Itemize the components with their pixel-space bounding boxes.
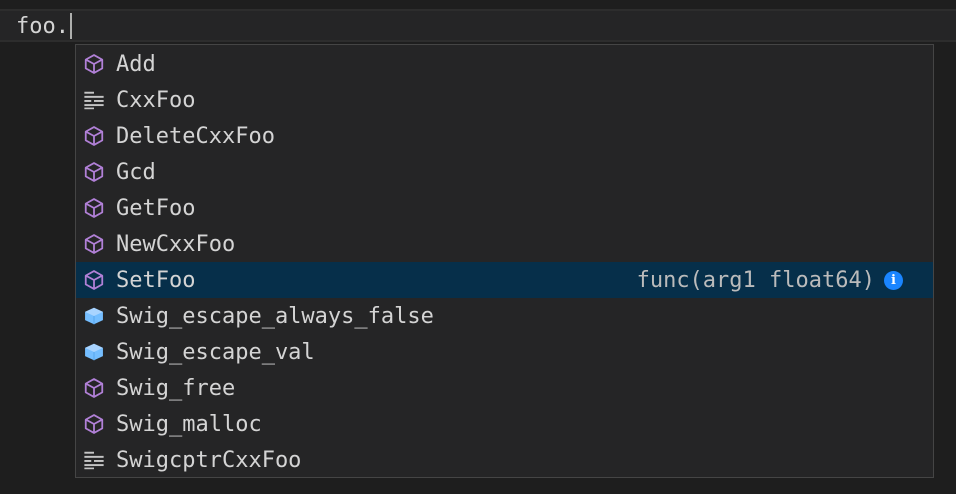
method-icon (82, 268, 106, 292)
editor-line-text: foo. (16, 13, 69, 39)
suggestion-label: Gcd (116, 159, 156, 185)
suggestion-label: GetFoo (116, 195, 196, 221)
suggestion-label: NewCxxFoo (116, 231, 236, 257)
method-icon (82, 412, 106, 436)
struct-icon (82, 448, 106, 472)
suggestion-label: Swig_escape_val (116, 339, 315, 365)
suggestion-item-setfoo[interactable]: SetFoo func(arg1 float64) i (76, 262, 933, 298)
suggestion-item-swig-malloc[interactable]: Swig_malloc (76, 406, 933, 442)
suggest-widget[interactable]: Add CxxFoo DeleteCxxFoo Gcd GetFoo NewCxxFoo S… (75, 44, 934, 478)
suggestion-label: Add (116, 51, 156, 77)
suggestion-list: Add CxxFoo DeleteCxxFoo Gcd GetFoo NewCxxFoo S… (76, 46, 933, 478)
suggestion-item-deletecxxfoo[interactable]: DeleteCxxFoo (76, 118, 933, 154)
editor-top-strip (0, 0, 956, 9)
method-icon (82, 376, 106, 400)
suggestion-item-cxxfoo[interactable]: CxxFoo (76, 82, 933, 118)
suggestion-item-swig-escape-val[interactable]: Swig_escape_val (76, 334, 933, 370)
suggestion-item-swig-free[interactable]: Swig_free (76, 370, 933, 406)
method-icon (82, 196, 106, 220)
current-line-highlight (0, 9, 956, 42)
suggestion-label: DeleteCxxFoo (116, 123, 275, 149)
suggestion-item-swig-escape-always-false[interactable]: Swig_escape_always_false (76, 298, 933, 334)
struct-icon (82, 88, 106, 112)
method-icon (82, 124, 106, 148)
method-icon (82, 52, 106, 76)
suggestion-label: SetFoo (116, 267, 196, 293)
suggestion-item-gcd[interactable]: Gcd (76, 154, 933, 190)
suggestion-item-getfoo[interactable]: GetFoo (76, 190, 933, 226)
editor-line[interactable]: foo. (16, 12, 72, 40)
suggestion-label: SwigcptrCxxFoo (116, 447, 302, 473)
info-icon[interactable]: i (884, 271, 903, 290)
suggestion-item-add[interactable]: Add (76, 46, 933, 82)
method-icon (82, 232, 106, 256)
suggestion-label: Swig_malloc (116, 411, 262, 437)
variable-icon (82, 340, 106, 364)
variable-icon (82, 304, 106, 328)
text-cursor (69, 13, 72, 39)
suggestion-item-newcxxfoo[interactable]: NewCxxFoo (76, 226, 933, 262)
suggestion-label: Swig_escape_always_false (116, 303, 434, 329)
suggestion-detail: func(arg1 float64) (636, 267, 875, 293)
suggestion-item-swigcptrcxxfoo[interactable]: SwigcptrCxxFoo (76, 442, 933, 478)
suggestion-label: CxxFoo (116, 87, 196, 113)
suggestion-label: Swig_free (116, 375, 236, 401)
method-icon (82, 160, 106, 184)
